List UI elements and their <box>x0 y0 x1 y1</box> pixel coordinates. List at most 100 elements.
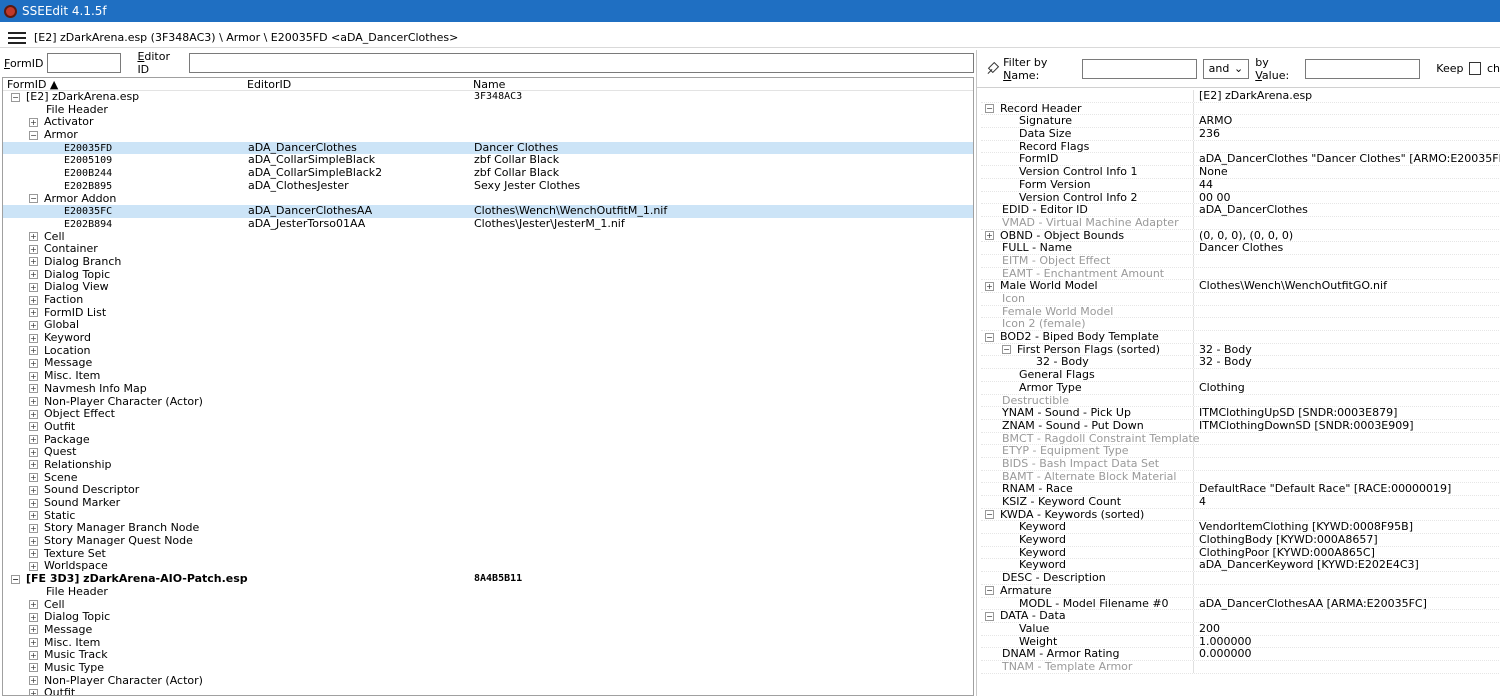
collapse-icon[interactable]: − <box>29 130 38 140</box>
col-name-header[interactable]: Name <box>469 78 505 91</box>
expand-icon[interactable]: + <box>29 663 38 673</box>
col-formid-header[interactable]: FormID ▲ <box>3 78 243 91</box>
field-value[interactable]: aDA_DancerKeyword [KYWD:E202E4C3] <box>1199 559 1419 572</box>
expand-icon[interactable]: + <box>29 638 38 648</box>
record-field-row[interactable]: + Male World Model Clothes\Wench\WenchOutf… <box>981 279 1500 293</box>
expand-icon[interactable]: + <box>29 270 38 280</box>
tree-row[interactable]: + Misc. Item <box>3 369 973 383</box>
tree-row[interactable]: + Dialog Topic <box>3 610 973 624</box>
tree-row[interactable]: + Global <box>3 319 973 332</box>
tree-row[interactable]: + Object Effect <box>3 407 973 421</box>
field-value[interactable]: 0.000000 <box>1199 648 1252 661</box>
tree-row[interactable]: + Misc. Item <box>3 636 973 650</box>
expand-icon[interactable]: + <box>29 485 38 495</box>
field-value[interactable]: aDA_DancerClothes "Dancer Clothes" [ARMO… <box>1199 153 1500 166</box>
expand-icon[interactable]: + <box>29 244 38 254</box>
tree-row[interactable]: + Sound Descriptor <box>3 483 973 497</box>
tree-row[interactable]: + Keyword <box>3 331 973 345</box>
hamburger-menu-icon[interactable] <box>8 31 26 44</box>
filter-value-input[interactable] <box>1305 58 1421 79</box>
expand-icon[interactable]: + <box>29 600 38 609</box>
record-field-row[interactable]: DESC - Description <box>981 571 1500 585</box>
field-value[interactable]: aDA_DancerClothes <box>1199 203 1308 217</box>
expand-icon[interactable]: + <box>29 282 38 292</box>
tree-row[interactable]: + FormID List <box>3 306 973 320</box>
field-value[interactable]: 44 <box>1199 178 1213 192</box>
tree-row[interactable]: E200B244 aDA_CollarSimpleBlack2 zbf Collar… <box>3 166 973 180</box>
tree-row[interactable]: − [E2] zDarkArena.esp 3F348AC3 <box>3 90 973 104</box>
expand-icon[interactable]: + <box>985 281 994 291</box>
tree-row[interactable]: E20035FC aDA_DancerClothesAA Clothes\Wench… <box>3 204 973 218</box>
field-value[interactable]: ClothingBody [KYWD:000A8657] <box>1199 533 1378 547</box>
expand-icon[interactable]: + <box>29 650 38 660</box>
expand-icon[interactable]: + <box>29 397 38 406</box>
tree-row[interactable]: File Header <box>3 585 973 599</box>
editorid-filter-input[interactable] <box>189 53 974 73</box>
expand-icon[interactable]: + <box>29 561 38 571</box>
tree-row[interactable]: + Activator <box>3 116 973 129</box>
expand-icon[interactable]: + <box>29 409 38 419</box>
tree-row[interactable]: + Texture Set <box>3 547 973 561</box>
expand-icon[interactable]: + <box>29 435 38 445</box>
record-field-row[interactable]: − DATA - Data <box>981 609 1500 623</box>
expand-icon[interactable]: + <box>29 612 38 622</box>
expand-icon[interactable]: + <box>29 523 38 533</box>
expand-icon[interactable]: + <box>29 346 38 356</box>
expand-icon[interactable]: + <box>985 231 994 241</box>
and-or-select[interactable]: and ⌄ <box>1202 58 1250 79</box>
field-value[interactable]: ITMClothingDownSD [SNDR:0003E909] <box>1199 419 1414 433</box>
tree-row[interactable]: + Dialog Branch <box>3 255 973 269</box>
field-value[interactable]: Clothes\Wench\WenchOutfitGO.nif <box>1199 280 1387 293</box>
field-value[interactable]: 200 <box>1199 622 1220 636</box>
expand-icon[interactable]: + <box>29 511 38 521</box>
tree-row[interactable]: + Outfit <box>3 686 973 695</box>
expand-icon[interactable]: + <box>29 447 38 457</box>
tree-row[interactable]: − Armor <box>3 128 973 142</box>
collapse-icon[interactable]: − <box>1002 345 1011 355</box>
expand-icon[interactable]: + <box>29 498 38 508</box>
expand-icon[interactable]: + <box>29 333 38 343</box>
tree-row[interactable]: + Music Track <box>3 648 973 662</box>
pin-icon[interactable] <box>985 62 997 76</box>
tree-row[interactable]: + Story Manager Quest Node <box>3 534 973 548</box>
collapse-icon[interactable]: − <box>11 92 20 102</box>
field-value[interactable]: ITMClothingUpSD [SNDR:0003E879] <box>1199 406 1397 420</box>
tree-row[interactable]: + Relationship <box>3 458 973 472</box>
expand-icon[interactable]: + <box>29 358 38 368</box>
tree-row[interactable]: + Dialog Topic <box>3 268 973 282</box>
tree-row[interactable]: + Cell <box>3 598 973 612</box>
record-tree[interactable]: FormID ▲ EditorID Name − [E2] zDarkArena.… <box>2 77 974 696</box>
field-value[interactable]: DefaultRace "Default Race" [RACE:0000001… <box>1199 483 1451 496</box>
col-editorid-header[interactable]: EditorID <box>243 78 469 91</box>
tree-row[interactable]: + Container <box>3 242 973 256</box>
expand-icon[interactable]: + <box>29 676 38 686</box>
collapse-icon[interactable]: − <box>985 510 994 520</box>
expand-icon[interactable]: + <box>29 688 38 695</box>
record-field-row[interactable]: Value 200 <box>981 622 1500 636</box>
expand-icon[interactable]: + <box>29 371 38 381</box>
filter-name-input[interactable] <box>1081 58 1197 79</box>
tree-row[interactable]: + Non-Player Character (Actor) <box>3 395 973 409</box>
field-value[interactable]: Dancer Clothes <box>1199 242 1283 255</box>
field-value[interactable]: 32 - Body <box>1199 356 1252 369</box>
tree-row[interactable]: + Sound Marker <box>3 496 973 510</box>
expand-icon[interactable]: + <box>29 625 38 635</box>
tree-row[interactable]: + Faction <box>3 293 973 307</box>
record-field-row[interactable]: TNAM - Template Armor <box>981 660 1500 674</box>
tree-row[interactable]: + Scene <box>3 471 973 485</box>
expand-icon[interactable]: + <box>29 460 38 470</box>
collapse-icon[interactable]: − <box>985 586 994 596</box>
tree-row[interactable]: + Location <box>3 344 973 358</box>
tree-row[interactable]: + Message <box>3 357 973 370</box>
tree-row[interactable]: E202B895 aDA_ClothesJester Sexy Jester Clo… <box>3 179 973 193</box>
expand-icon[interactable]: + <box>29 384 38 394</box>
tree-row[interactable]: E202B894 aDA_JesterTorso01AA Clothes\Jeste… <box>3 217 973 231</box>
tree-row[interactable]: + Non-Player Character (Actor) <box>3 674 973 688</box>
collapse-icon[interactable]: − <box>985 104 994 114</box>
expand-icon[interactable]: + <box>29 473 38 483</box>
expand-icon[interactable]: + <box>29 257 38 267</box>
field-value[interactable]: Clothing <box>1199 381 1245 395</box>
tree-row[interactable]: File Header <box>3 103 973 117</box>
collapse-icon[interactable]: − <box>11 574 20 584</box>
tree-row[interactable]: + Package <box>3 433 973 447</box>
